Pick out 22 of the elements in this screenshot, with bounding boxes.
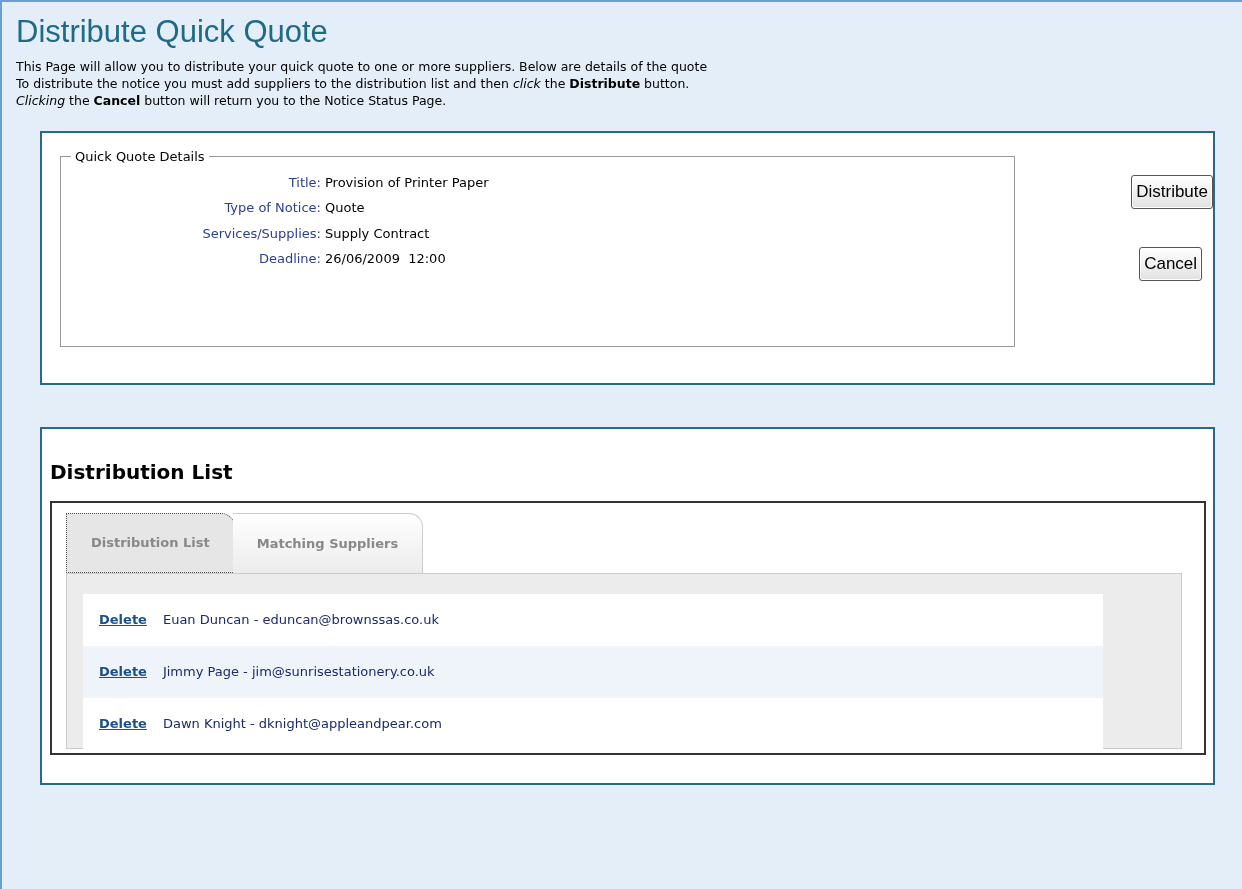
delete-link[interactable]: Delete bbox=[99, 714, 147, 734]
supplier-text: Euan Duncan - eduncan@brownssas.co.uk bbox=[162, 611, 439, 630]
section-heading: Distribution List bbox=[50, 459, 233, 485]
delete-link[interactable]: Delete bbox=[99, 610, 147, 630]
intro-text: To distribute the notice you must add suppliers to the distribution list and then click the Distribute button. bbox=[16, 75, 690, 92]
cancel-button[interactable]: Cancel bbox=[1139, 247, 1203, 281]
field-label: Deadline: bbox=[258, 250, 321, 268]
supplier-text: Jimmy Page - jim@sunrisestationery.co.uk bbox=[162, 663, 435, 682]
field-value: Quote bbox=[325, 199, 365, 217]
distribute-button[interactable]: Distribute bbox=[1131, 175, 1213, 209]
field-value: Provision of Printer Paper bbox=[325, 173, 489, 192]
field-label: Title: bbox=[288, 173, 321, 192]
supplier-text: Dawn Knight - dknight@appleandpear.com bbox=[162, 715, 442, 734]
field-value: Supply Contract bbox=[325, 224, 430, 243]
field-value: 26/06/2009 12:00 bbox=[325, 250, 446, 268]
page-title: Distribute Quick Quote bbox=[16, 13, 328, 51]
delete-link[interactable]: Delete bbox=[99, 662, 147, 682]
intro-text: This Page will allow you to distribute your quick quote to one or more suppliers. Below are details of the quote bbox=[16, 58, 708, 75]
field-label: Type of Notice: bbox=[224, 199, 321, 217]
intro-text: Clicking the Cancel button will return you to the Notice Status Page. bbox=[16, 92, 447, 109]
field-label: Services/Supplies: bbox=[202, 224, 321, 243]
group-legend: Quick Quote Details bbox=[71, 147, 209, 167]
